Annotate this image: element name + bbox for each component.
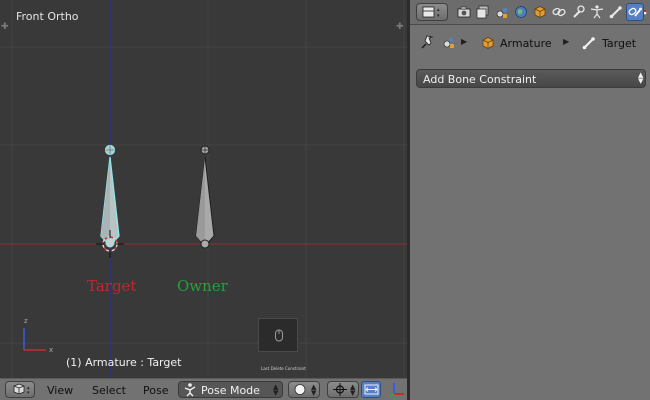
tab-modifiers[interactable] [569,3,587,21]
mouse-icon [275,329,283,342]
3d-viewport[interactable]: z x Front Ortho ✚ ✚ Target Owner Last De… [0,0,407,378]
axis-gizmo: z x [23,317,53,354]
owner-bone[interactable] [195,145,215,249]
tab-armature-data[interactable] [588,3,606,21]
camera-icon [457,6,471,18]
pivot-dropdown-arrows-icon: ▲ ▼ [350,383,356,397]
mode-selector[interactable]: Pose Mode ▲ ▼ [178,381,283,398]
editor-type-button[interactable]: ▴ ▾ [5,381,35,398]
pivot-point-button[interactable]: ▲ ▼ [327,381,359,398]
menu-select[interactable]: Select [92,384,126,397]
area-split-handle-top-left[interactable]: ✚ [1,23,9,32]
active-object-status: (1) Armature : Target [66,356,182,369]
tab-render[interactable] [455,3,473,21]
world-icon [515,6,527,18]
bone-constraint-icon [628,7,642,17]
tab-render-layers[interactable] [474,3,492,21]
owner-label: Owner [177,277,228,295]
target-label: Target [87,277,137,295]
tab-bone[interactable] [607,3,625,21]
object-cube-icon [534,6,546,18]
scene-context-icon [443,37,454,48]
texture-checker-icon [644,9,647,15]
cube-icon: ▴ ▾ [13,383,30,396]
view-name: Front Ortho [16,10,79,23]
pin-icon[interactable] [419,35,435,51]
bone-icon [609,6,622,19]
breadcrumb-bone: Target [602,37,637,50]
add-constraint-arrows-icon: ▲ ▼ [638,71,644,85]
scene-icon [496,7,508,18]
viewport-shading-button[interactable]: ▲ ▼ [288,381,320,398]
add-bone-constraint-label: Add Bone Constraint [423,73,537,86]
manipulator-icon [364,384,379,395]
pose-icon [184,383,196,397]
mode-dropdown-arrows-icon: ▲ ▼ [273,383,279,397]
menu-pose[interactable]: Pose [143,384,168,397]
area-split-handle-top-right[interactable]: ✚ [396,23,404,32]
properties-editor: ▴ ▾ ▶ Armature ▶ Target Add Bone Constra… [410,0,650,400]
properties-editor-type-button[interactable]: ▴ ▾ [416,3,448,21]
shading-dropdown-arrows-icon: ▲ ▼ [311,383,317,397]
tab-object[interactable] [531,3,549,21]
viewport-scene[interactable]: z x [0,0,407,378]
menu-view[interactable]: View [47,384,73,397]
wrench-icon [573,5,585,18]
breadcrumb-separator-2-icon: ▶ [563,37,570,46]
bone-context-icon [582,37,595,50]
transform-gizmo-icon [388,383,404,398]
properties-header: ▴ ▾ [410,0,650,25]
last-operator-indicator[interactable] [258,318,298,352]
axis-x-label: x [49,346,53,354]
tab-texture[interactable] [644,3,650,21]
armature-object-icon [482,37,494,49]
blender-window: z x Front Ortho ✚ ✚ Target Owner Last De… [0,0,650,400]
tab-scene[interactable] [493,3,511,21]
svg-text:▾: ▾ [27,390,30,396]
tab-bone-constraints[interactable] [626,3,644,21]
transform-gizmo-button[interactable] [386,381,406,398]
properties-grid-icon: ▴ ▾ [422,6,440,19]
breadcrumb-separator-1-icon: ▶ [461,37,468,46]
render-layers-icon [476,5,489,19]
tab-world[interactable] [512,3,530,21]
armature-figure-icon [590,5,604,19]
tab-object-constraints[interactable] [550,3,568,21]
chain-link-icon [552,7,566,17]
axis-z-label: z [24,317,28,325]
mode-label: Pose Mode [201,384,260,397]
svg-text:▾: ▾ [437,13,440,19]
viewport-header: ▴ ▾ View Select Pose Pose Mode ▲ ▼ ▲ ▼ ▲… [0,378,407,400]
last-operator-caption: Last Delete Constraint [261,366,306,371]
add-bone-constraint-dropdown[interactable]: Add Bone Constraint ▲ ▼ [416,69,646,88]
manipulator-toggle[interactable] [361,381,381,398]
breadcrumb-object: Armature [500,37,552,50]
